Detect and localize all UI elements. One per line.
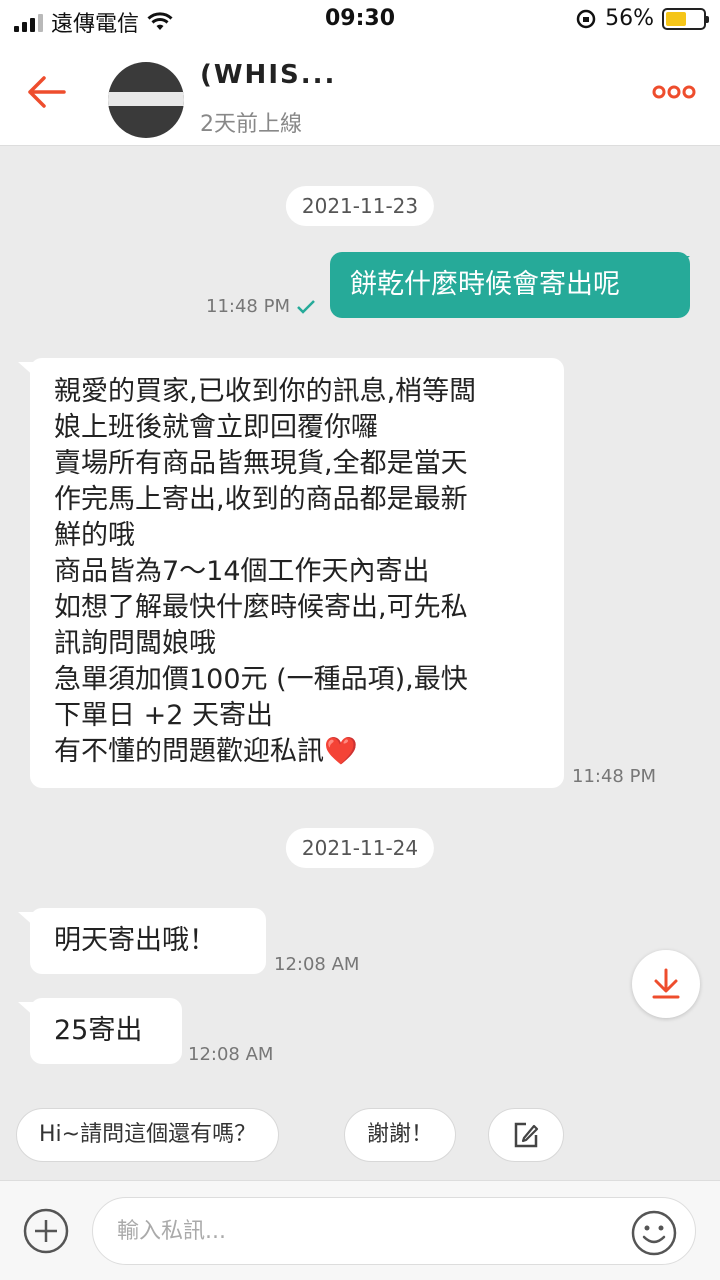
message-line: 如想了解最快什麼時候寄出,可先私 bbox=[54, 592, 468, 623]
message-bubble-outgoing[interactable]: 餅乾什麼時候會寄出呢 bbox=[330, 252, 690, 318]
scroll-down-icon bbox=[652, 968, 680, 999]
back-arrow-icon[interactable] bbox=[22, 68, 70, 116]
date-separator: 2021-11-24 bbox=[285, 828, 435, 868]
message-bubble-incoming[interactable]: 25寄出 bbox=[30, 998, 182, 1064]
message-time: 11:48 PM bbox=[206, 296, 316, 317]
battery-percent: 56% bbox=[605, 6, 654, 31]
message-line: 親愛的買家,已收到你的訊息,梢等闆 bbox=[54, 376, 477, 407]
message-line: 急單須加價100元 (一種品項),最快 bbox=[54, 664, 468, 695]
scroll-to-bottom-button[interactable] bbox=[632, 950, 700, 1018]
message-text: 親愛的買家,已收到你的訊息,梢等闆 娘上班後就會立即回覆你囉賣場所有商品皆無現貨,… bbox=[54, 374, 540, 770]
status-bar-right: 56% bbox=[575, 6, 709, 31]
message-time: 12:08 AM bbox=[188, 1044, 274, 1065]
message-line: 賣場所有商品皆無現貨,全都是當天 bbox=[54, 448, 468, 479]
status-bar: 遠傳電信 09:30 56% bbox=[0, 0, 720, 40]
quick-reply-button[interactable]: 謝謝！ bbox=[344, 1108, 457, 1162]
battery-level bbox=[666, 11, 687, 26]
emoji-icon[interactable] bbox=[630, 1209, 678, 1257]
message-text: 餅乾什麼時候會寄出呢 bbox=[350, 269, 620, 300]
message-line: 商品皆為7～14個工作天內寄出 bbox=[54, 556, 430, 587]
date-separator: 2021-11-23 bbox=[285, 186, 435, 226]
battery-icon bbox=[662, 7, 709, 30]
message-line: 訊詢問闆娘哦 bbox=[54, 628, 216, 659]
quick-reply-button[interactable]: Hi~請問這個還有嗎？ bbox=[16, 1108, 280, 1162]
message-line: 作完馬上寄出,收到的商品都是最新 bbox=[54, 484, 468, 515]
message-bubble-incoming[interactable]: 親愛的買家,已收到你的訊息,梢等闆 娘上班後就會立即回覆你囉賣場所有商品皆無現貨,… bbox=[30, 358, 564, 788]
more-dots-icon[interactable] bbox=[652, 78, 696, 106]
message-line: 有不懂的問題歡迎私訊❤️ bbox=[54, 736, 358, 767]
shop-avatar[interactable] bbox=[108, 62, 184, 138]
edit-icon bbox=[514, 1122, 539, 1148]
message-text: 明天寄出哦！ bbox=[54, 925, 216, 956]
bubble-tail bbox=[672, 256, 690, 272]
message-bubble-incoming[interactable]: 明天寄出哦！ bbox=[30, 908, 266, 974]
chat-header: (WHIS... 2天前上線 bbox=[0, 40, 720, 146]
message-time-text: 11:48 PM bbox=[206, 296, 290, 317]
last-seen-status: 2天前上線 bbox=[200, 112, 302, 137]
message-time: 12:08 AM bbox=[274, 954, 360, 975]
shop-name[interactable]: (WHIS... bbox=[200, 60, 336, 90]
message-time: 11:48 PM bbox=[572, 766, 656, 787]
message-line: 娘上班後就會立即回覆你囉 bbox=[54, 412, 378, 443]
orientation-lock-icon bbox=[576, 9, 596, 28]
message-text: 25寄出 bbox=[54, 1015, 143, 1046]
message-input-bar bbox=[0, 1180, 720, 1280]
edit-quick-replies-button[interactable] bbox=[488, 1108, 564, 1162]
message-input[interactable] bbox=[92, 1197, 696, 1265]
message-line: 鮮的哦 bbox=[54, 520, 135, 551]
plus-icon[interactable] bbox=[22, 1207, 70, 1255]
check-icon bbox=[297, 299, 315, 314]
message-line: 下單日 +2 天寄出 bbox=[54, 700, 273, 731]
